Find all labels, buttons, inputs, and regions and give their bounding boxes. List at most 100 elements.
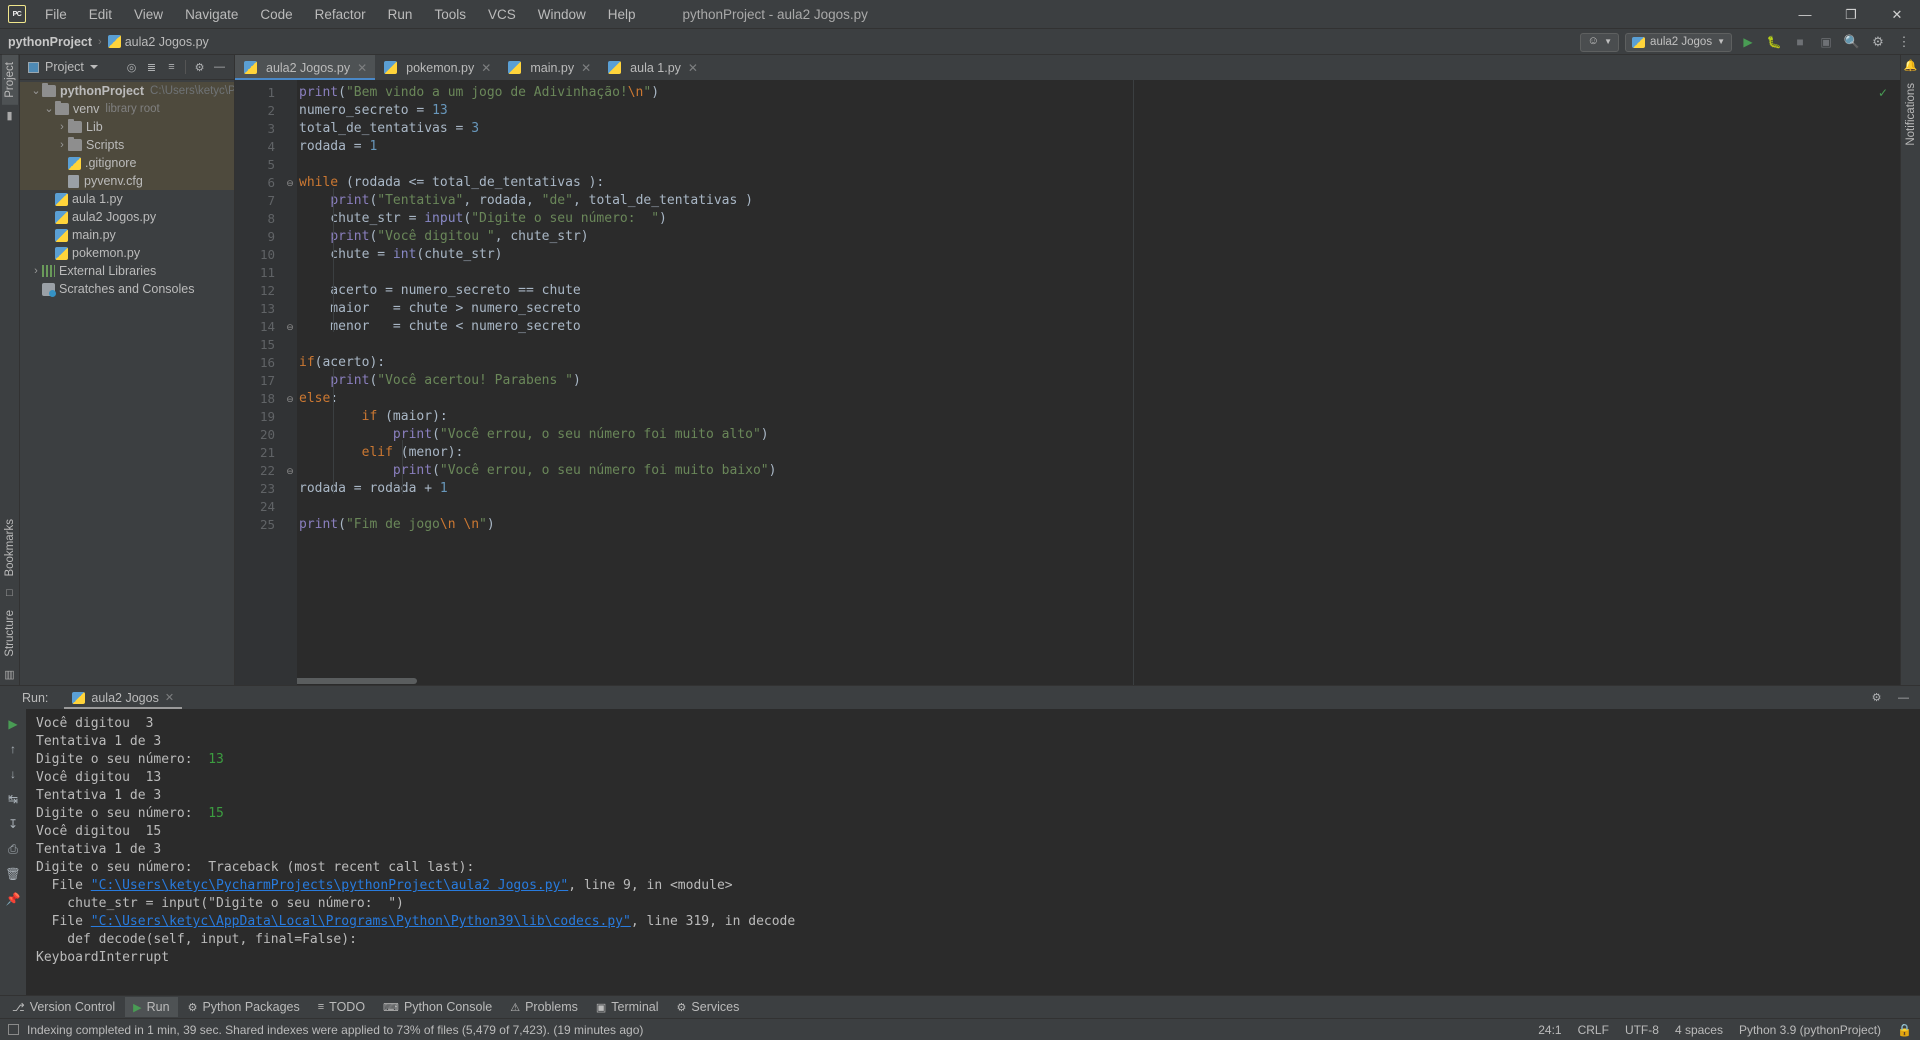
tool-window-button-python-packages[interactable]: ⚙ Python Packages: [180, 997, 308, 1017]
select-opened-file-icon[interactable]: ◎: [123, 59, 140, 76]
editor-tab-aula-1-py[interactable]: aula 1.py ✕: [599, 55, 706, 80]
horizontal-scrollbar[interactable]: [297, 678, 417, 684]
tree-item-main-py[interactable]: main.py: [20, 226, 234, 244]
sidebar-item-structure[interactable]: Structure: [2, 603, 18, 664]
minimize-button[interactable]: —: [1782, 0, 1828, 29]
structure-icon[interactable]: ▥: [4, 668, 14, 681]
python-interpreter[interactable]: Python 3.9 (pythonProject): [1739, 1023, 1881, 1037]
chevron-down-icon[interactable]: ⌄: [30, 86, 42, 97]
commit-icon[interactable]: ▮: [6, 109, 12, 122]
breadcrumb-project[interactable]: pythonProject: [8, 35, 92, 49]
maximize-button[interactable]: ❐: [1828, 0, 1874, 29]
tree-item-gitignore[interactable]: .gitignore: [20, 154, 234, 172]
menu-tools[interactable]: Tools: [423, 3, 477, 26]
tool-window-button-todo[interactable]: ≡ TODO: [310, 997, 373, 1017]
editor-tab-main-py[interactable]: main.py ✕: [499, 55, 599, 80]
bookmark-icon[interactable]: □: [6, 587, 13, 599]
pin-icon[interactable]: 📌: [2, 888, 24, 910]
notifications-bell-icon[interactable]: 🔔: [1904, 59, 1918, 72]
run-tab-aula2-jogos[interactable]: aula2 Jogos ✕: [64, 686, 182, 709]
fold-toggle-icon[interactable]: ⊖: [283, 174, 297, 192]
menu-navigate[interactable]: Navigate: [174, 3, 249, 26]
tree-item-aula2-jogos-py[interactable]: aula2 Jogos.py: [20, 208, 234, 226]
fold-toggle-icon[interactable]: ⊖: [283, 390, 297, 408]
tree-item-external-libraries[interactable]: › External Libraries: [20, 262, 234, 280]
lock-icon[interactable]: 🔒: [1897, 1023, 1912, 1037]
close-tab-icon[interactable]: ✕: [581, 61, 591, 75]
menu-file[interactable]: File: [34, 3, 78, 26]
menu-edit[interactable]: Edit: [78, 3, 123, 26]
chevron-right-icon[interactable]: ›: [56, 121, 68, 133]
hide-panel-icon[interactable]: —: [211, 59, 228, 76]
editor-tab-bar[interactable]: aula2 Jogos.py ✕ pokemon.py ✕ main.py ✕ aula 1…: [235, 55, 1900, 80]
chevron-down-icon[interactable]: [89, 65, 98, 69]
menu-view[interactable]: View: [123, 3, 174, 26]
menu-window[interactable]: Window: [527, 3, 597, 26]
tree-item-pokemon-py[interactable]: pokemon.py: [20, 244, 234, 262]
print-icon[interactable]: ⎙: [2, 838, 24, 860]
indent-setting[interactable]: 4 spaces: [1675, 1023, 1723, 1037]
tree-item-venv[interactable]: ⌄ venv library root: [20, 100, 234, 118]
fold-toggle-icon[interactable]: ⊖: [283, 318, 297, 336]
tree-item-lib[interactable]: › Lib: [20, 118, 234, 136]
menu-vcs[interactable]: VCS: [477, 3, 527, 26]
chevron-right-icon[interactable]: ›: [30, 265, 42, 277]
sidebar-item-bookmarks[interactable]: Bookmarks: [2, 512, 18, 584]
file-encoding[interactable]: UTF-8: [1625, 1023, 1659, 1037]
tree-item-aula-1-py[interactable]: aula 1.py: [20, 190, 234, 208]
tree-item-pythonproject[interactable]: ⌄ pythonProject C:\Users\ketyc\PycharmPr: [20, 82, 234, 100]
line-separator[interactable]: CRLF: [1578, 1023, 1609, 1037]
more-options-icon[interactable]: ⋮: [1894, 32, 1914, 52]
code-folding-gutter[interactable]: ⊖ ⊖ ⊖ ⊖: [283, 80, 297, 685]
editor-tab-aula2-jogos-py[interactable]: aula2 Jogos.py ✕: [235, 55, 376, 80]
tree-item-pyvenv-cfg[interactable]: pyvenv.cfg: [20, 172, 234, 190]
menu-code[interactable]: Code: [249, 3, 303, 26]
breadcrumb-file[interactable]: aula2 Jogos.py: [125, 35, 209, 49]
console-file-link[interactable]: "C:\Users\ketyc\PycharmProjects\pythonPr…: [91, 878, 568, 893]
tool-window-button-services[interactable]: ⚙ Services: [669, 997, 748, 1017]
down-arrow-icon[interactable]: ↓: [2, 763, 24, 785]
tool-window-button-problems[interactable]: ⚠ Problems: [502, 997, 586, 1017]
up-arrow-icon[interactable]: ↑: [2, 738, 24, 760]
inspection-status-icon[interactable]: ✓: [1878, 86, 1888, 100]
close-tab-icon[interactable]: ✕: [688, 61, 698, 75]
trash-icon[interactable]: 🗑: [2, 863, 24, 885]
account-widget[interactable]: ☺ ▼: [1580, 32, 1620, 52]
close-tab-icon[interactable]: ✕: [357, 61, 367, 75]
search-icon[interactable]: 🔍: [1842, 32, 1862, 52]
debug-button[interactable]: 🐛: [1764, 32, 1784, 52]
tool-window-bar[interactable]: ⎇ Version Control ▶ Run ⚙ Python Packages ≡ TOD…: [0, 995, 1920, 1018]
chevron-right-icon[interactable]: ›: [56, 139, 68, 151]
tool-window-button-version-control[interactable]: ⎇ Version Control: [4, 997, 123, 1017]
rerun-icon[interactable]: ▶: [2, 713, 24, 735]
settings-gear-icon[interactable]: ⚙: [1868, 32, 1888, 52]
menu-refactor[interactable]: Refactor: [304, 3, 377, 26]
gear-icon[interactable]: ⚙: [191, 59, 208, 76]
run-console-output[interactable]: Você digitou 3 Tentativa 1 de 3 Digite o s…: [26, 709, 1920, 995]
coverage-button[interactable]: ▣: [1816, 32, 1836, 52]
console-file-link[interactable]: "C:\Users\ketyc\AppData\Local\Programs\P…: [91, 914, 631, 929]
chevron-down-icon[interactable]: ⌄: [43, 104, 55, 115]
tool-window-button-run[interactable]: ▶ Run: [125, 997, 178, 1017]
run-configuration-selector[interactable]: aula2 Jogos ▼: [1625, 32, 1732, 52]
expand-all-icon[interactable]: ≣: [143, 59, 160, 76]
hide-run-panel-icon[interactable]: —: [1895, 689, 1912, 706]
tool-window-button-terminal[interactable]: ▣ Terminal: [588, 997, 667, 1017]
sidebar-item-project[interactable]: Project: [1, 55, 18, 105]
close-icon[interactable]: ✕: [165, 691, 174, 704]
menu-run[interactable]: Run: [377, 3, 424, 26]
sidebar-item-notifications[interactable]: Notifications: [1903, 76, 1919, 153]
run-button[interactable]: ▶: [1738, 32, 1758, 52]
run-settings-gear-icon[interactable]: ⚙: [1868, 689, 1885, 706]
menu-help[interactable]: Help: [597, 3, 647, 26]
soft-wrap-icon[interactable]: ↹: [2, 788, 24, 810]
scroll-to-end-icon[interactable]: ↧: [2, 813, 24, 835]
close-tab-icon[interactable]: ✕: [481, 61, 491, 75]
project-tree[interactable]: ⌄ pythonProject C:\Users\ketyc\PycharmPr ⌄ v…: [20, 80, 234, 685]
collapse-all-icon[interactable]: ≡: [163, 59, 180, 76]
tree-item-scripts[interactable]: › Scripts: [20, 136, 234, 154]
stop-button[interactable]: ■: [1790, 32, 1810, 52]
caret-position[interactable]: 24:1: [1538, 1023, 1561, 1037]
tree-item-scratches-and-consoles[interactable]: Scratches and Consoles: [20, 280, 234, 298]
code-editor[interactable]: print("Bem vindo a um jogo de Adivinhaçã…: [297, 80, 1900, 685]
